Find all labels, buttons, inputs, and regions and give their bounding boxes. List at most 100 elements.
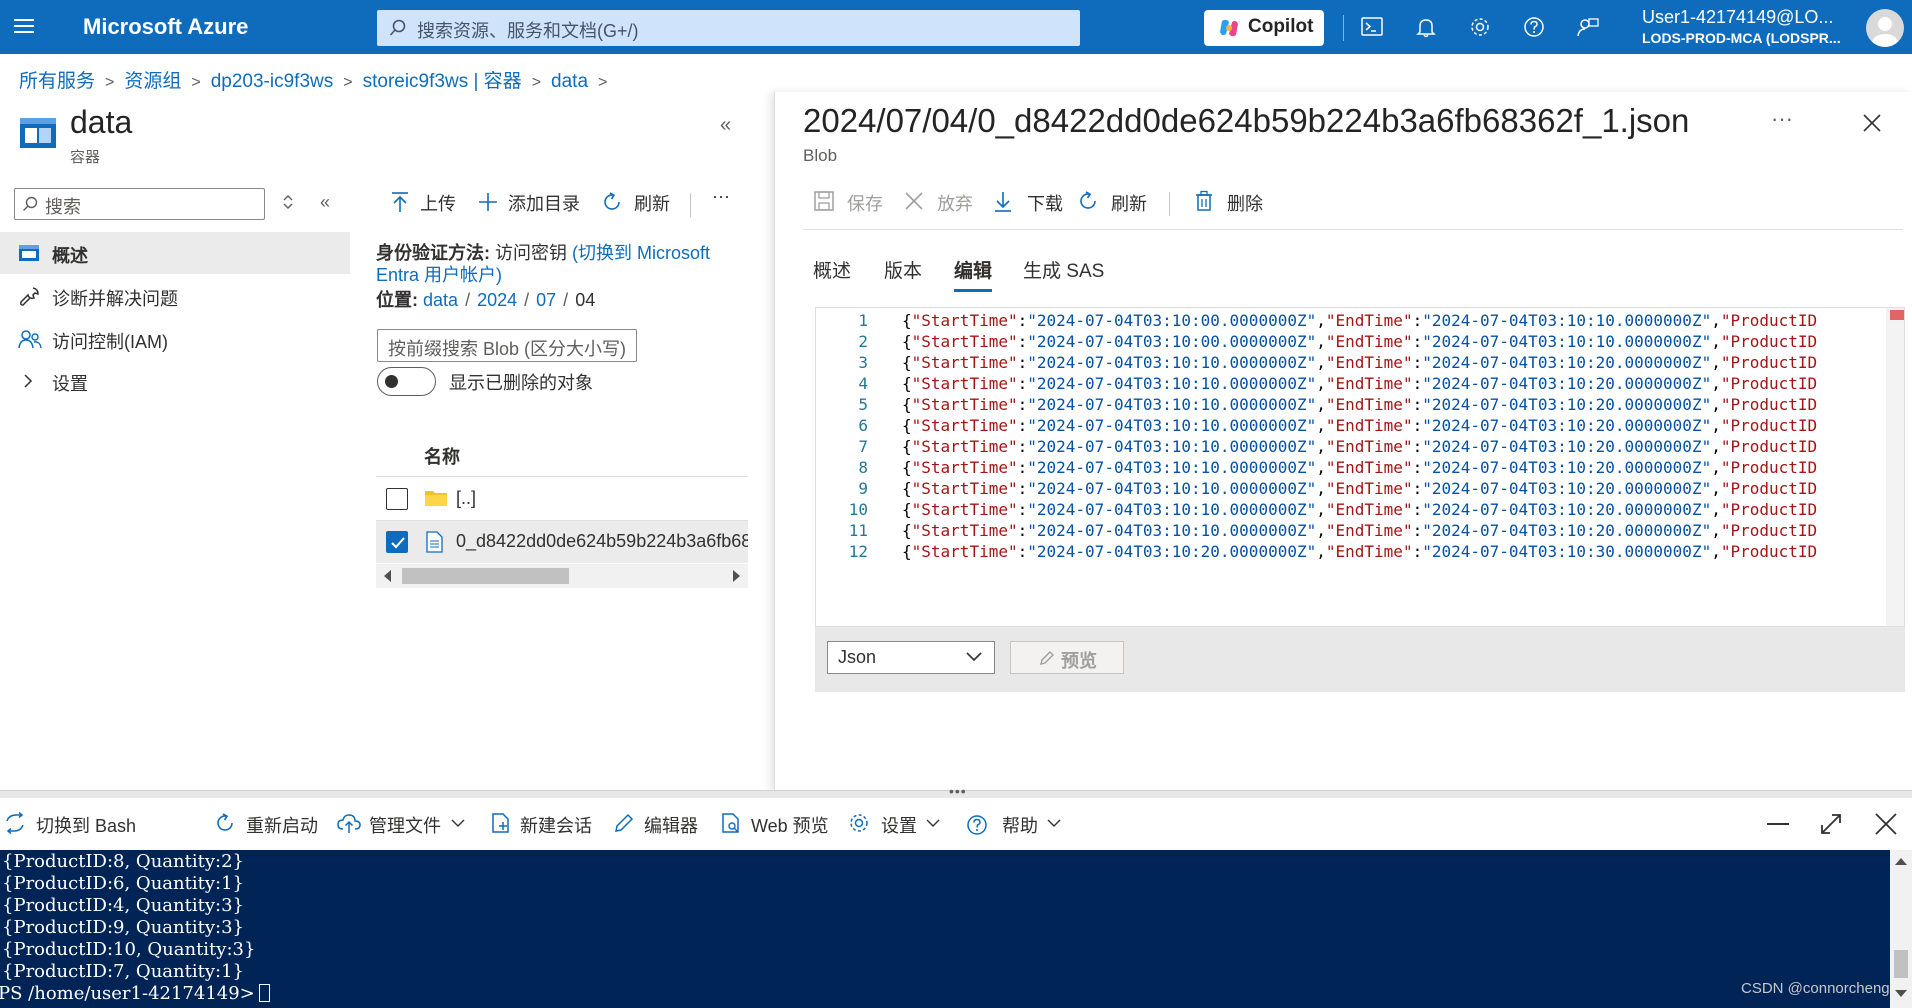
help-icon[interactable]	[1523, 16, 1545, 38]
divider	[803, 229, 1903, 230]
sidebar-item-label: 诊断并解决问题	[52, 289, 178, 309]
line-code: {"StartTime":"2024-07-04T03:10:10.000000…	[902, 437, 1818, 456]
terminal-line: {ProductID:8, Quantity:2}	[2, 851, 244, 872]
more-options-button[interactable]: ···	[712, 186, 730, 207]
tab-edit[interactable]: 编辑	[954, 256, 993, 292]
pencil-icon	[613, 812, 635, 834]
divider	[376, 476, 748, 477]
bell-icon[interactable]	[1415, 16, 1437, 38]
global-search-input[interactable]: 搜索资源、服务和文档(G+/)	[377, 10, 1080, 46]
auth-method: 身份验证方法: 访问密钥 (切换到 Microsoft Entra 用户帐户)	[376, 242, 716, 286]
sidebar-search-input[interactable]: 搜索	[14, 188, 265, 220]
maximize-icon[interactable]	[1819, 812, 1843, 836]
blob-search-placeholder: 按前缀搜索 Blob (区分大小写)	[388, 339, 627, 359]
chevron-right-icon: >	[531, 74, 542, 91]
close-icon[interactable]	[1874, 812, 1898, 836]
line-code: {"StartTime":"2024-07-04T03:10:10.000000…	[902, 458, 1818, 477]
column-header-name[interactable]: 名称	[424, 443, 460, 469]
people-icon	[18, 329, 42, 351]
hamburger-menu-icon[interactable]	[14, 17, 36, 35]
terminal-line: {ProductID:7, Quantity:1}	[2, 961, 244, 982]
shell-help-label: 帮助	[1002, 816, 1038, 836]
preview-button[interactable]: 预览	[1010, 641, 1124, 674]
location-path: 位置: data/2024/07/04	[376, 290, 596, 310]
tab-overview[interactable]: 概述	[813, 256, 851, 283]
cloud-shell-icon[interactable]	[1361, 16, 1383, 38]
sidebar-item-settings[interactable]: 设置	[0, 360, 350, 402]
scroll-right-icon[interactable]	[733, 570, 740, 582]
sidebar-item-overview[interactable]: 概述	[0, 232, 350, 274]
sort-icon[interactable]	[282, 192, 294, 212]
wrench-icon	[18, 286, 40, 308]
container-icon	[19, 117, 57, 149]
chevron-down-icon	[1047, 814, 1061, 832]
user-tenant[interactable]: LODS-PROD-MCA (LODSPR...	[1642, 30, 1841, 46]
sidebar-item-iam[interactable]: 访问控制(IAM)	[0, 318, 350, 360]
pencil-icon	[1039, 650, 1055, 666]
collapse-panel-icon[interactable]: «	[720, 114, 731, 137]
switch-icon	[4, 812, 26, 834]
tab-generate-sas[interactable]: 生成 SAS	[1023, 256, 1104, 283]
gear-icon[interactable]	[1469, 16, 1491, 38]
blob-name[interactable]: [..]	[456, 488, 748, 509]
sidebar-item-label: 设置	[52, 374, 88, 394]
topbar-divider	[1343, 15, 1344, 41]
row-checkbox[interactable]	[386, 531, 408, 553]
blob-name[interactable]: 0_d8422dd0de624b59b224b3a6fb68362f_1.jso…	[456, 531, 748, 552]
editor-footer: Json 预览	[815, 627, 1905, 692]
breadcrumb-resource-groups[interactable]: 资源组	[124, 71, 181, 92]
code-editor[interactable]: 1 {"StartTime":"2024-07-04T03:10:00.00000…	[815, 307, 1905, 627]
scrollbar-thumb[interactable]	[1894, 950, 1908, 978]
line-number: 6	[858, 416, 868, 435]
line-number: 11	[848, 521, 868, 540]
terminal[interactable]: {ProductID:8, Quantity:2} {ProductID:6, …	[0, 850, 1912, 1008]
location-segment-year[interactable]: 2024	[477, 290, 517, 310]
scroll-down-icon[interactable]	[1895, 990, 1907, 997]
row-checkbox[interactable]	[386, 488, 408, 510]
container-title: data	[70, 104, 133, 140]
blob-prefix-search-input[interactable]: 按前缀搜索 Blob (区分大小写)	[377, 329, 637, 362]
location-label: 位置:	[376, 290, 418, 310]
location-segment-data[interactable]: data	[423, 290, 458, 310]
user-name[interactable]: User1-42174149@LO...	[1642, 7, 1833, 28]
chevron-down-icon	[451, 814, 465, 832]
avatar[interactable]	[1866, 9, 1904, 47]
upload-label: 上传	[420, 194, 456, 214]
line-number: 10	[848, 500, 868, 519]
line-code: {"StartTime":"2024-07-04T03:10:00.000000…	[902, 332, 1818, 351]
list-item[interactable]: [..]	[376, 478, 748, 520]
sidebar-item-diagnose[interactable]: 诊断并解决问题	[0, 275, 350, 317]
line-number: 5	[858, 395, 868, 414]
list-item[interactable]: 0_d8422dd0de624b59b224b3a6fb68362f_1.jso…	[376, 521, 748, 563]
scroll-up-icon[interactable]	[1895, 858, 1907, 865]
line-code: {"StartTime":"2024-07-04T03:10:10.000000…	[902, 374, 1818, 393]
scrollbar-thumb[interactable]	[402, 568, 569, 584]
line-number: 3	[858, 353, 868, 372]
breadcrumb-storage-account[interactable]: storeic9f3ws | 容器	[363, 71, 522, 92]
breadcrumb-all-services[interactable]: 所有服务	[19, 71, 95, 92]
copilot-button[interactable]: Copilot	[1204, 10, 1324, 46]
line-code: {"StartTime":"2024-07-04T03:10:10.000000…	[902, 416, 1818, 435]
feedback-icon[interactable]	[1577, 16, 1599, 38]
horizontal-scrollbar[interactable]	[376, 564, 748, 588]
portal-brand[interactable]: Microsoft Azure	[83, 14, 248, 40]
help-icon	[966, 814, 988, 836]
location-segment-month[interactable]: 07	[536, 290, 556, 310]
line-number: 4	[858, 374, 868, 393]
sidebar-search-placeholder: 搜索	[45, 197, 81, 217]
show-deleted-toggle[interactable]	[377, 367, 436, 396]
breadcrumb-resource-group[interactable]: dp203-ic9f3ws	[211, 71, 334, 92]
close-icon[interactable]	[1863, 114, 1881, 132]
minimize-icon[interactable]	[1766, 822, 1790, 826]
editor-scrollbar[interactable]	[1886, 308, 1904, 626]
collapse-sidebar-icon[interactable]: «	[320, 192, 330, 213]
terminal-scrollbar[interactable]	[1890, 850, 1912, 1008]
breadcrumb-container[interactable]: data	[551, 71, 588, 92]
line-number: 8	[858, 458, 868, 477]
scroll-left-icon[interactable]	[384, 570, 391, 582]
tab-versions[interactable]: 版本	[884, 256, 922, 283]
format-select[interactable]: Json	[827, 641, 995, 674]
blob-more-button[interactable]: ···	[1771, 106, 1793, 132]
line-code: {"StartTime":"2024-07-04T03:10:10.000000…	[902, 395, 1818, 414]
shell-resize-handle[interactable]: •••	[0, 783, 1912, 799]
